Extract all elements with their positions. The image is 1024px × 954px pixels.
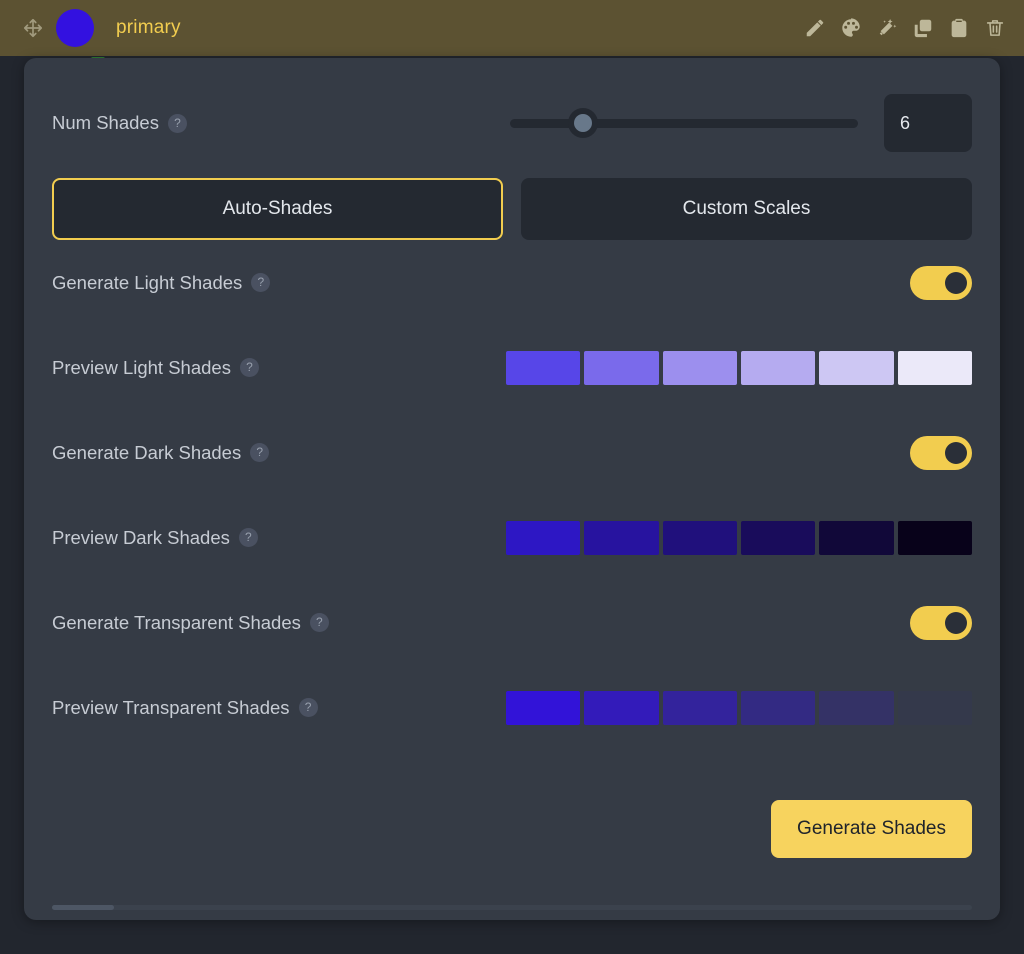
- generate-transparent-shades-label: Generate Transparent Shades ?: [52, 612, 329, 634]
- num-shades-row: Num Shades ? 6: [52, 92, 972, 154]
- generate-dark-shades-label-text: Generate Dark Shades: [52, 441, 242, 463]
- trash-icon[interactable]: [984, 17, 1006, 39]
- panel-footer: Generate Shades: [52, 800, 972, 858]
- preview-light-shades-row: Preview Light Shades ?: [52, 325, 972, 410]
- transparent-swatch[interactable]: [897, 690, 972, 725]
- slider-thumb[interactable]: [568, 108, 599, 138]
- generate-transparent-shades-label-text: Generate Transparent Shades: [52, 611, 301, 633]
- generate-light-shades-label-text: Generate Light Shades: [52, 271, 243, 293]
- palette-icon[interactable]: [840, 17, 862, 39]
- help-icon[interactable]: ?: [298, 698, 318, 717]
- generate-transparent-shades-row: Generate Transparent Shades ?: [52, 580, 972, 665]
- generate-shades-button[interactable]: Generate Shades: [771, 800, 972, 858]
- generate-light-shades-toggle[interactable]: [910, 265, 972, 300]
- header-action-group: [804, 17, 1006, 39]
- light-swatch[interactable]: [740, 350, 816, 385]
- light-swatch[interactable]: [584, 350, 659, 385]
- color-swatch-dot[interactable]: [56, 9, 94, 47]
- slider-track: [510, 118, 858, 128]
- dark-swatch[interactable]: [819, 520, 894, 555]
- help-icon[interactable]: ?: [250, 443, 270, 462]
- preview-dark-shades-row: Preview Dark Shades ?: [52, 495, 972, 580]
- color-name-label: primary: [116, 17, 181, 38]
- tab-auto-shades[interactable]: Auto-Shades: [52, 178, 503, 240]
- magic-wand-icon[interactable]: [876, 17, 898, 39]
- num-shades-value-field[interactable]: 6: [884, 94, 972, 152]
- dark-shades-swatch-strip: [506, 520, 972, 555]
- preview-light-shades-label: Preview Light Shades ?: [52, 357, 259, 379]
- edit-icon[interactable]: [804, 17, 826, 39]
- dark-swatch[interactable]: [740, 520, 816, 555]
- preview-transparent-shades-label: Preview Transparent Shades ?: [52, 697, 318, 719]
- light-swatch[interactable]: [897, 350, 972, 385]
- transparent-swatch[interactable]: [506, 690, 581, 725]
- generate-dark-shades-label: Generate Dark Shades ?: [52, 441, 270, 464]
- generate-transparent-shades-toggle[interactable]: [910, 605, 972, 640]
- light-shades-swatch-strip: [506, 350, 972, 385]
- help-icon[interactable]: ?: [239, 358, 259, 377]
- dark-swatch[interactable]: [662, 520, 737, 555]
- light-swatch[interactable]: [662, 350, 737, 385]
- help-icon[interactable]: ?: [238, 528, 258, 547]
- generate-light-shades-label: Generate Light Shades ?: [52, 271, 271, 294]
- tab-custom-scales[interactable]: Custom Scales: [521, 178, 972, 240]
- horizontal-scrollbar-thumb[interactable]: [52, 905, 114, 910]
- dark-swatch[interactable]: [897, 520, 972, 555]
- generate-dark-shades-toggle[interactable]: [910, 435, 972, 470]
- preview-transparent-shades-label-text: Preview Transparent Shades: [52, 696, 290, 718]
- num-shades-control-group: 6: [510, 94, 972, 152]
- preview-dark-shades-label: Preview Dark Shades ?: [52, 527, 258, 549]
- light-swatch[interactable]: [819, 350, 894, 385]
- num-shades-slider[interactable]: [510, 108, 858, 138]
- horizontal-scrollbar-track[interactable]: [52, 905, 972, 910]
- num-shades-label: Num Shades ?: [52, 112, 187, 134]
- help-icon[interactable]: ?: [167, 113, 187, 133]
- num-shades-label-text: Num Shades: [52, 112, 159, 133]
- help-icon[interactable]: ?: [251, 273, 271, 292]
- duplicate-icon[interactable]: [912, 17, 934, 39]
- generate-dark-shades-row: Generate Dark Shades ?: [52, 410, 972, 495]
- preview-dark-shades-label-text: Preview Dark Shades: [52, 526, 230, 548]
- color-header-bar: primary: [0, 0, 1024, 56]
- transparent-swatch[interactable]: [819, 690, 894, 725]
- mode-tab-group: Auto-Shades Custom Scales: [52, 178, 972, 240]
- dark-swatch[interactable]: [506, 520, 581, 555]
- transparent-shades-swatch-strip: [506, 690, 972, 725]
- preview-transparent-shades-row: Preview Transparent Shades ?: [52, 665, 972, 750]
- move-icon[interactable]: [22, 17, 44, 39]
- help-icon[interactable]: ?: [309, 613, 329, 632]
- dark-swatch[interactable]: [584, 520, 659, 555]
- light-swatch[interactable]: [506, 350, 581, 385]
- clipboard-icon[interactable]: [948, 17, 970, 39]
- transparent-swatch[interactable]: [662, 690, 737, 725]
- generate-light-shades-row: Generate Light Shades ?: [52, 240, 972, 325]
- transparent-swatch[interactable]: [584, 690, 659, 725]
- preview-light-shades-label-text: Preview Light Shades: [52, 356, 231, 378]
- transparent-swatch[interactable]: [740, 690, 816, 725]
- shade-generator-panel: Num Shades ? 6 Auto-Shades Custom Scales…: [24, 58, 1000, 920]
